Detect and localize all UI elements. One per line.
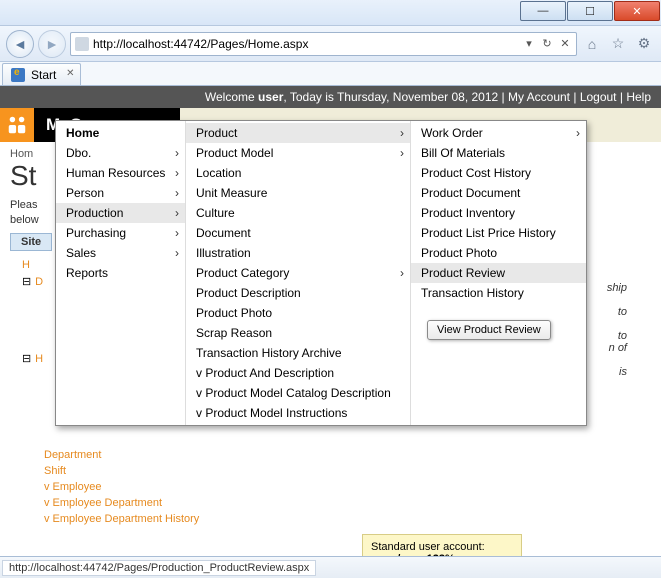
refresh-icon[interactable]: ↻ [540,37,554,51]
menu-item[interactable]: Product Document [411,183,586,203]
credentials-box: Standard user account: user / user123% [362,534,522,556]
menu-item[interactable]: Product Photo [186,303,410,323]
menu-item[interactable]: Transaction History Archive [186,343,410,363]
tab-close-icon[interactable]: ✕ [64,68,76,80]
menu-item[interactable]: Transaction History [411,283,586,303]
menu-item[interactable]: Illustration [186,243,410,263]
brand-icon [0,108,34,142]
menu-item[interactable]: Home [56,123,185,143]
address-bar[interactable]: ▾ ↻ ✕ [70,32,577,56]
browser-toolbar: ◄ ► ▾ ↻ ✕ ⌂ ☆ ⚙ [0,26,661,62]
menu-item[interactable]: Product [186,123,410,143]
menu-item[interactable]: Production [56,203,185,223]
tree-item[interactable]: v Employee Department [44,495,651,511]
tree-item[interactable]: Shift [44,463,651,479]
welcome-prefix: Welcome [205,90,258,104]
menu-item[interactable]: Location [186,163,410,183]
status-bar: http://localhost:44742/Pages/Production_… [0,556,661,578]
window-titlebar: — ☐ ✕ [0,0,661,26]
menu-item[interactable]: Product Inventory [411,203,586,223]
page-favicon [75,37,89,51]
menu-item[interactable]: Product Cost History [411,163,586,183]
my-account-link[interactable]: My Account [508,90,570,104]
menu-col-2: ProductProduct ModelLocationUnit Measure… [186,121,411,425]
menu-item[interactable]: Human Resources [56,163,185,183]
menu-col-3: Work OrderBill Of MaterialsProduct Cost … [411,121,586,425]
tree-item[interactable]: v Employee Department History [44,511,651,527]
tree-item[interactable]: v Employee [44,479,651,495]
tree-item[interactable]: Department [44,447,651,463]
menu-item[interactable]: Person [56,183,185,203]
submenu-tooltip[interactable]: View Product Review [427,320,551,340]
menu-item[interactable]: Culture [186,203,410,223]
menu-item[interactable]: v Product And Description [186,363,410,383]
welcome-date: , Today is Thursday, November 08, 2012 [283,90,498,104]
menu-item[interactable]: Document [186,223,410,243]
forward-button[interactable]: ► [38,30,66,58]
menu-item[interactable]: Product Photo [411,243,586,263]
menu-item[interactable]: Purchasing [56,223,185,243]
url-input[interactable] [93,34,518,54]
maximize-button[interactable]: ☐ [567,1,613,21]
menu-col-1: HomeDbo.Human ResourcesPersonProductionP… [56,121,186,425]
gear-icon[interactable]: ⚙ [633,33,655,55]
back-button[interactable]: ◄ [6,30,34,58]
menu-item[interactable]: Scrap Reason [186,323,410,343]
minimize-button[interactable]: — [520,1,566,21]
browser-tabs: Start ✕ [0,62,661,86]
site-actions-tab[interactable]: Site [10,233,52,251]
close-button[interactable]: ✕ [614,1,660,21]
menu-item[interactable]: v Product Model Catalog Description [186,383,410,403]
logout-link[interactable]: Logout [580,90,617,104]
stop-icon[interactable]: ✕ [558,37,572,51]
tab-start[interactable]: Start ✕ [2,63,81,85]
menu-item[interactable]: Product List Price History [411,223,586,243]
menu-item[interactable]: Product Review [411,263,586,283]
welcome-bar: Welcome user, Today is Thursday, Novembe… [0,86,661,108]
menu-item[interactable]: Bill Of Materials [411,143,586,163]
favorites-icon[interactable]: ☆ [607,33,629,55]
status-url: http://localhost:44742/Pages/Production_… [2,560,316,576]
menu-item[interactable]: Product Description [186,283,410,303]
menu-item[interactable]: Product Category [186,263,410,283]
ie-favicon [11,68,25,82]
cred-label: Standard user account: [371,541,485,553]
tab-label: Start [31,68,56,82]
home-icon[interactable]: ⌂ [581,33,603,55]
menu-item[interactable]: v Product Model Instructions [186,403,410,423]
menu-item[interactable]: Work Order [411,123,586,143]
menu-item[interactable]: Dbo. [56,143,185,163]
main-menu: HomeDbo.Human ResourcesPersonProductionP… [55,120,587,426]
menu-item[interactable]: Reports [56,263,185,283]
welcome-user: user [258,90,283,104]
dropdown-icon[interactable]: ▾ [522,37,536,51]
menu-item[interactable]: Product Model [186,143,410,163]
menu-item[interactable]: Unit Measure [186,183,410,203]
help-link[interactable]: Help [626,90,651,104]
menu-item[interactable]: Sales [56,243,185,263]
